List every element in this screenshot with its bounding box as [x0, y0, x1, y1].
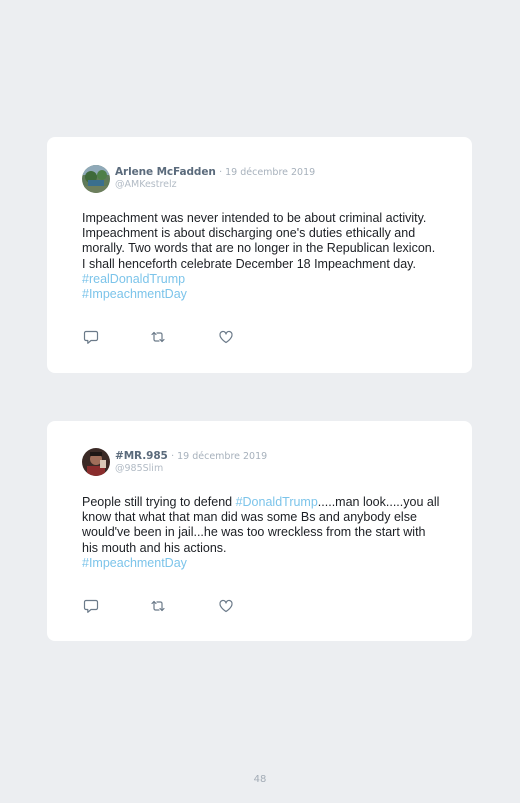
author-handle[interactable]: @985Slim	[115, 463, 163, 475]
hashtag-link[interactable]: #realDonaldTrump	[82, 272, 185, 286]
avatar[interactable]	[82, 165, 110, 193]
author-name[interactable]: Arlene McFadden	[115, 166, 216, 178]
tweet-body: Impeachment was never intended to be abo…	[82, 211, 436, 271]
page-number: 48	[253, 774, 267, 785]
retweet-icon[interactable]	[150, 598, 166, 614]
avatar[interactable]	[82, 448, 110, 476]
like-icon[interactable]	[218, 329, 234, 345]
hashtag-link[interactable]: #ImpeachmentDay	[82, 556, 187, 570]
author-handle[interactable]: @AMKestrelz	[115, 179, 177, 191]
retweet-icon[interactable]	[150, 329, 166, 345]
tweet-actions	[83, 329, 243, 345]
reply-icon[interactable]	[83, 598, 99, 614]
tweet-card: #MR.985 · 19 décembre 2019 @985Slim Peop…	[47, 421, 472, 641]
author-name[interactable]: #MR.985	[115, 450, 168, 462]
tweet-text: Impeachment was never intended to be abo…	[82, 211, 442, 302]
tweet-actions	[83, 598, 243, 614]
tweet-body: People still trying to defend	[82, 495, 233, 509]
tweet-date: · 19 décembre 2019	[171, 451, 268, 462]
like-icon[interactable]	[218, 598, 234, 614]
tweet-card: Arlene McFadden · 19 décembre 2019 @AMKe…	[47, 137, 472, 373]
tweet-text: People still trying to defend #DonaldTru…	[82, 495, 442, 571]
hashtag-link[interactable]: #ImpeachmentDay	[82, 287, 187, 301]
tweet-date: · 19 décembre 2019	[219, 167, 316, 178]
reply-icon[interactable]	[83, 329, 99, 345]
hashtag-link[interactable]: #DonaldTrump	[236, 495, 318, 509]
